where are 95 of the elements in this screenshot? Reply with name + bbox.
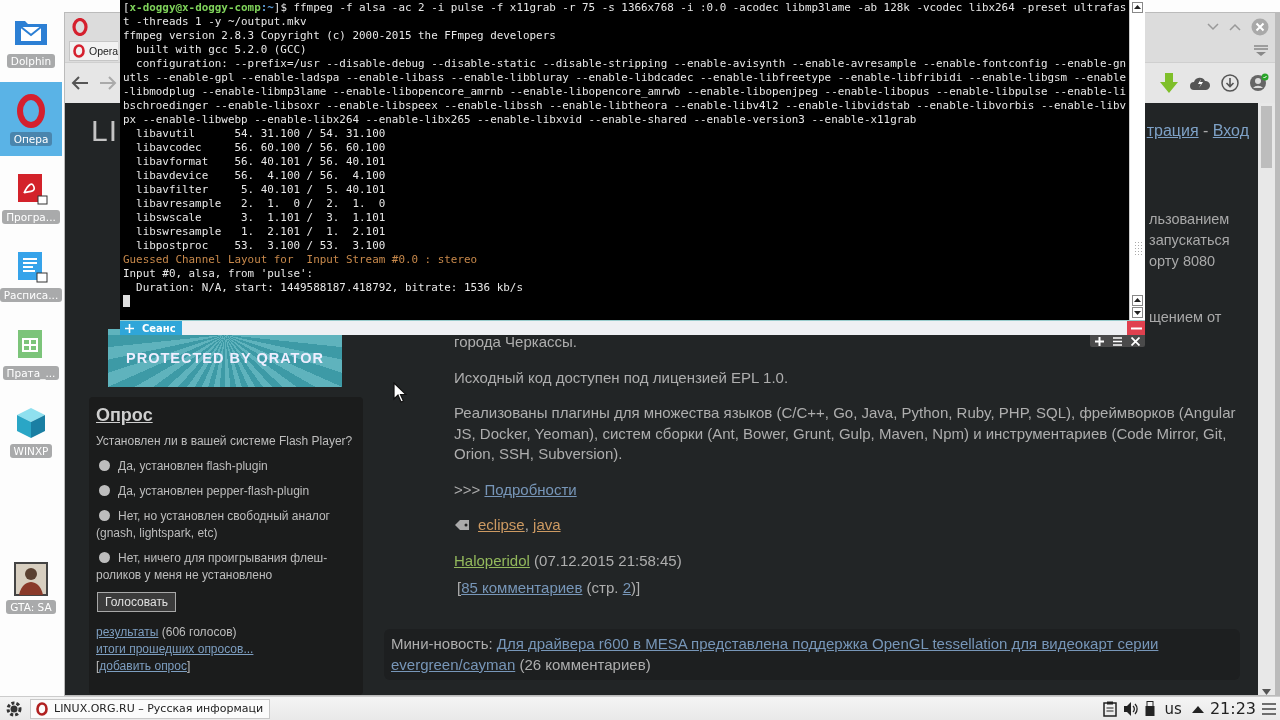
link[interactable]: итоги прошедших опросов...	[96, 642, 254, 656]
terminal-line: t -threads 1 -y ~/output.mkv	[123, 15, 308, 29]
mouse-pointer-icon	[393, 382, 407, 403]
text-cursor	[123, 295, 130, 307]
keyboard-layout[interactable]: us	[1164, 699, 1182, 718]
author-line: Haloperidol (07.12.2015 21:58:45)	[454, 550, 682, 571]
radio-button[interactable]	[99, 552, 110, 563]
radio-button[interactable]	[99, 460, 110, 471]
link[interactable]: результаты	[96, 625, 159, 639]
terminal-line: built with gcc 5.2.0 (GCC)	[135, 43, 308, 57]
scroll-down-icon[interactable]	[1132, 307, 1143, 318]
login-links: трация - Вход	[1146, 122, 1249, 141]
profile-icon[interactable]	[1249, 73, 1269, 93]
link[interactable]: 2	[622, 579, 631, 596]
terminal-line: Input #0, alsa, from 'pulse':	[123, 267, 315, 281]
article-text: льзованием	[1149, 210, 1231, 230]
terminal-line: libpostproc 53. 3.100 / 53. 3.100	[135, 239, 387, 253]
link[interactable]: трация	[1146, 122, 1199, 140]
article-text: орту 8080	[1149, 252, 1217, 272]
person-icon	[13, 560, 49, 597]
mini-news-text: evergreen/cayman (26 комментариев)	[391, 654, 652, 675]
o-logo-icon	[72, 44, 86, 58]
terminal-line: configuration: --prefix=/usr --disable-debug --disable-static --disable-stripping --enable-avisynth --enable-avresample --enable-fontconfig --enable-gn	[135, 57, 1128, 71]
link[interactable]: Подробности	[484, 480, 577, 498]
article-text: запускаться	[1149, 231, 1231, 251]
plus-icon	[125, 323, 134, 333]
menu-icon[interactable]	[1262, 702, 1276, 715]
terminal-line: -libmodplug --enable-libmp3lame --enable-libopencore_amrnb --enable-libopencore_amrwb --enable-libopenjpeg --enable-libopus --enable-libpulse --enable-li	[123, 85, 1128, 99]
speaker-icon[interactable]	[1122, 700, 1139, 717]
poll-link-line: [добавить опрос]	[96, 658, 192, 675]
terminal-line: utls --enable-gpl --enable-ladspa --enable-libass --enable-libbluray --enable-libdcadec --enable-libfreetype --enable-libfribidi --enable-libgsm --enable	[123, 71, 1128, 85]
poll-link-line: результаты (606 голосов)	[96, 624, 238, 641]
banner-text: PROTECTED BY QRATOR	[126, 350, 324, 366]
radio-option[interactable]: Да, установлен pepper-flash-plugin	[96, 483, 358, 500]
scrollbar-thumb[interactable]	[1261, 106, 1272, 168]
terminal-line: libswresample 1. 2.101 / 1. 2.101	[135, 225, 387, 239]
tag-icon	[454, 519, 470, 532]
link[interactable]: добавить опрос	[99, 659, 187, 673]
tag-link[interactable]: java	[533, 516, 561, 533]
scroll-up-icon[interactable]	[1132, 2, 1143, 13]
terminal-line: libavfilter 5. 40.101 / 5. 40.101	[135, 183, 387, 197]
link[interactable]: 85 комментариев	[461, 579, 583, 596]
site-logo[interactable]: LI	[91, 114, 119, 149]
terminal-line: libavcodec 56. 60.100 / 56. 60.100	[135, 141, 387, 155]
article-text: Исходный код доступен под лицензией EPL 1.0.	[454, 367, 789, 388]
taskbar-button[interactable]: LINUX.ORG.RU – Русская информаци	[30, 698, 271, 719]
o-logo-icon	[71, 17, 89, 36]
terminal-line: Duration: N/A, start: 1449588187.418792, bitrate: 1536 kb/s	[135, 281, 524, 295]
author-link[interactable]: Haloperidol	[454, 551, 530, 569]
browser-tab[interactable]: Opera	[69, 41, 119, 61]
comments-line: [85 комментариев (стр. 2)]	[457, 578, 641, 598]
vote-button[interactable]: Голосовать	[97, 592, 177, 612]
scroll-up-icon[interactable]	[1132, 295, 1143, 306]
read-more-line: >>> Подробности	[454, 479, 577, 500]
poll-title[interactable]: Опрос	[96, 405, 153, 426]
clipboard-icon[interactable]	[1102, 700, 1117, 717]
back-icon[interactable]	[71, 76, 89, 90]
radio-button[interactable]	[99, 485, 110, 496]
minus-icon	[1130, 326, 1142, 330]
terminal-line: ffmpeg version 2.8.3 Copyright (c) 2000-2015 the FFmpeg developers	[123, 29, 557, 43]
radio-button[interactable]	[99, 510, 110, 521]
tag-line: eclipse, java	[478, 515, 561, 535]
terminal-line: px --enable-libwebp --enable-libx264 --enable-libx265 --enable-libxvid --enable-shared --enable-version3 --enable-x11grab	[123, 113, 918, 127]
terminal-line: libavutil 54. 31.100 / 54. 31.100	[135, 127, 387, 141]
expand-tray-icon[interactable]	[1191, 704, 1204, 713]
article-text: города Черкассы.	[454, 332, 577, 352]
terminal-line: libswscale 3. 1.101 / 3. 1.101	[135, 211, 387, 225]
mini-news-text: Мини-новость: Для драйвера r600 в MESA представлена поддержка OpenGL tessellation для видеокарт серии	[391, 633, 1160, 654]
link[interactable]: Для драйвера r600 в MESA представлена поддержка OpenGL tessellation для видеокарт серии	[496, 634, 1159, 652]
poll-question: Установлен ли в вашей системе Flash Player?	[96, 434, 354, 448]
cloud-icon[interactable]	[1189, 75, 1211, 91]
plus-icon[interactable]	[1094, 336, 1104, 346]
radio-option[interactable]: Нет, но установлен свободный аналог (gnash, lightspark, etc)	[96, 508, 358, 542]
clock[interactable]: 21:23	[1209, 699, 1256, 718]
link[interactable]: evergreen/cayman	[391, 655, 516, 673]
tag-link[interactable]: eclipse	[478, 516, 525, 533]
scrollbar[interactable]	[1129, 0, 1145, 320]
link[interactable]: Вход	[1212, 122, 1249, 140]
terminal-line: libavdevice 56. 4.100 / 56. 4.100	[135, 169, 387, 183]
article-text: щением от	[1149, 308, 1223, 328]
minimize-button[interactable]	[1127, 321, 1145, 335]
terminal-line: libavresample 2. 1. 0 / 2. 1. 0	[135, 197, 387, 211]
usb-drive-icon[interactable]	[1144, 700, 1155, 717]
radio-option[interactable]: Да, установлен flash-plugin	[96, 458, 358, 475]
radio-option[interactable]: Нет, ничего для проигрывания флеш-роликов у меня не установлено	[96, 550, 358, 584]
close-icon[interactable]	[1131, 336, 1141, 346]
download-icon[interactable]	[1221, 74, 1239, 92]
scrollbar[interactable]	[1258, 103, 1275, 695]
terminal-line: libavformat 56. 40.101 / 56. 40.101	[135, 155, 387, 169]
article-text: Реализованы плагины для множества языков (C/C++, Go, Java, Python, Ruby, PHP, SQL), фреймворков (Angular JS, Docker, Yeoman), систем сборки (Ant, Bower, Grunt, Gulp, Maven, Npm) и инструментариев (Code Mirror, Git, Orion, SSH, Subversion).	[454, 403, 1237, 464]
o-logo-icon	[35, 701, 49, 716]
terminal-line: Guessed Channel Layout for Input Stream #0.0 : stereo	[123, 253, 479, 267]
terminal-line: [x-doggy@x-doggy-comp:~]$ ffmpeg -f alsa -ac 2 -i pulse -f x11grab -r 75 -s 1366x768 -i :0.0 -acodec libmp3lame -ab 128k -vcodec libx264 -preset ultrafas	[123, 1, 1128, 15]
terminal-line: bschroedinger --enable-libsoxr --enable-libspeex --enable-libssh --enable-libtheora --enable-libv4l2 --enable-libvidstab --enable-libvorbis --enable-libv	[123, 99, 1128, 113]
desktop-shortcut[interactable]: Опера	[0, 82, 62, 156]
